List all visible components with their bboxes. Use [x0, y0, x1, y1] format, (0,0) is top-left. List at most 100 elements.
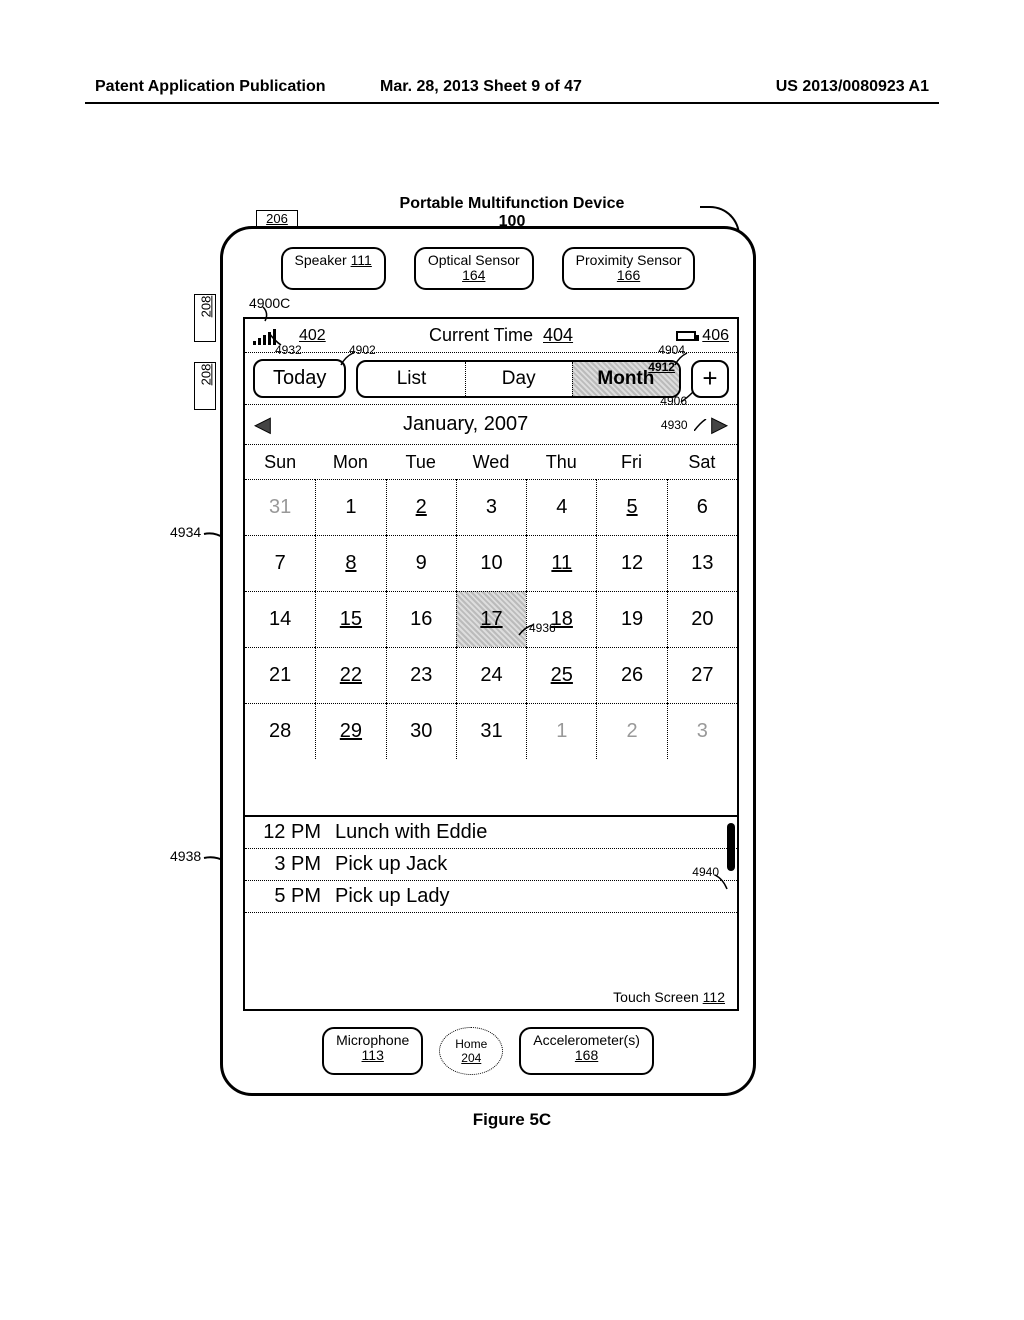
calendar-day-cell[interactable]: 22	[315, 647, 385, 703]
month-header: ◀ 4932 January, 2007 4930 ▶	[245, 405, 737, 445]
prev-month-button[interactable]: ◀	[255, 412, 270, 437]
speaker-ref: 111	[351, 252, 372, 268]
calendar-day-cell[interactable]: 24	[456, 647, 526, 703]
touch-screen[interactable]: 402 Current Time 404 406 Today List Day …	[243, 317, 739, 1011]
current-time-label: Current Time 404	[326, 325, 677, 346]
calendar-day-cell[interactable]: 10	[456, 535, 526, 591]
seg-month-label: Month	[597, 368, 654, 390]
dow-cell: Thu	[526, 452, 596, 473]
calendar-day-cell[interactable]: 3	[667, 703, 737, 759]
hardware-bottom-row: Microphone 113 Home 204 Accelerometer(s)…	[223, 1027, 753, 1075]
current-time-text: Current Time	[429, 325, 533, 345]
signal-icon	[253, 327, 293, 345]
header-center: Mar. 28, 2013 Sheet 9 of 47	[380, 78, 582, 96]
calendar-day-cell[interactable]: 4	[526, 479, 596, 535]
calendar-day-cell[interactable]: 27	[667, 647, 737, 703]
figure-label: Figure 5C	[0, 1110, 1024, 1130]
accel-label: Accelerometer(s)	[533, 1033, 640, 1048]
calendar-day-cell[interactable]: 6	[667, 479, 737, 535]
event-row[interactable]: 12 PMLunch with Eddie	[245, 817, 737, 849]
calendar-day-cell[interactable]: 11	[526, 535, 596, 591]
calendar-day-cell[interactable]: 7	[245, 535, 315, 591]
calendar-day-cell[interactable]: 5	[596, 479, 666, 535]
seg-month[interactable]: 4912 Month	[572, 362, 679, 396]
event-row[interactable]: 5 PMPick up Lady	[245, 881, 737, 913]
today-button[interactable]: Today	[253, 359, 346, 398]
event-title: Lunch with Eddie	[335, 821, 487, 844]
calendar-day-cell[interactable]: 2	[596, 703, 666, 759]
add-event-button[interactable]: +	[691, 360, 729, 398]
calendar-day-cell[interactable]: 26	[596, 647, 666, 703]
ref-4930: 4930	[661, 418, 688, 432]
calendar-grid[interactable]: 3112345678910111213141516171819202122232…	[245, 479, 737, 815]
speaker-pill: Speaker 111	[281, 247, 386, 290]
touchscreen-label: Touch Screen 112	[613, 989, 725, 1005]
ref-4930-lead	[694, 419, 708, 431]
ref-208-1: 208	[194, 296, 217, 318]
calendar-day-cell[interactable]: 31	[245, 479, 315, 535]
calendar-toolbar: Today List Day 4912 Month + 4902 4904 49…	[245, 353, 737, 405]
calendar-day-cell[interactable]: 2	[386, 479, 456, 535]
ref-4904: 4904	[658, 343, 685, 357]
ts-text: Touch Screen	[613, 989, 699, 1005]
calendar-day-cell[interactable]: 31	[456, 703, 526, 759]
optical-label: Optical Sensor	[428, 253, 520, 268]
calendar-day-cell[interactable]: 17	[456, 591, 526, 647]
scrollbar-thumb[interactable]	[727, 823, 735, 871]
seg-day[interactable]: Day	[465, 362, 572, 396]
calendar-day-cell[interactable]: 30	[386, 703, 456, 759]
calendar-day-cell[interactable]: 12	[596, 535, 666, 591]
home-label: Home	[455, 1037, 487, 1051]
calendar-day-cell[interactable]: 19	[596, 591, 666, 647]
calendar-day-cell[interactable]: 1	[315, 479, 385, 535]
dow-cell: Fri	[596, 452, 666, 473]
calendar-day-cell[interactable]: 3	[456, 479, 526, 535]
calendar-day-cell[interactable]: 14	[245, 591, 315, 647]
event-row[interactable]: 3 PMPick up Jack	[245, 849, 737, 881]
calendar-day-cell[interactable]: 8	[315, 535, 385, 591]
ref-406: 406	[702, 327, 729, 345]
next-month-button[interactable]: 4930 ▶	[661, 412, 727, 437]
proximity-sensor-pill: Proximity Sensor 166	[562, 247, 696, 290]
ref-4932: 4932	[275, 343, 302, 357]
calendar-day-cell[interactable]: 29	[315, 703, 385, 759]
ref-4912: 4912	[648, 360, 675, 374]
ref-402: 402	[299, 327, 326, 345]
calendar-day-cell[interactable]: 15	[315, 591, 385, 647]
dow-cell: Mon	[315, 452, 385, 473]
ref-4902: 4902	[349, 343, 376, 357]
calendar-day-cell[interactable]: 21	[245, 647, 315, 703]
event-title: Pick up Jack	[335, 853, 447, 876]
calendar-day-cell[interactable]: 20	[667, 591, 737, 647]
header-rule	[85, 102, 939, 104]
home-button[interactable]: Home 204	[439, 1027, 503, 1075]
event-title: Pick up Lady	[335, 885, 450, 908]
accel-ref: 168	[575, 1047, 598, 1063]
title-line1: Portable Multifunction Device	[0, 195, 1024, 213]
month-title: January, 2007	[403, 413, 528, 436]
calendar-day-cell[interactable]: 18	[526, 591, 596, 647]
mic-ref: 113	[362, 1047, 384, 1063]
battery-icon	[676, 331, 696, 341]
ref-4934: 4934	[170, 524, 201, 540]
calendar-day-cell[interactable]: 23	[386, 647, 456, 703]
ref-208-2: 208	[194, 364, 217, 386]
calendar-day-cell[interactable]: 1	[526, 703, 596, 759]
event-time: 3 PM	[255, 853, 335, 876]
event-list[interactable]: 12 PMLunch with Eddie3 PMPick up Jack5 P…	[245, 815, 737, 913]
calendar-day-cell[interactable]: 9	[386, 535, 456, 591]
ref-4940: 4940	[692, 865, 719, 879]
chevron-right-icon: ▶	[712, 412, 727, 437]
view-segmented-control[interactable]: List Day 4912 Month	[356, 360, 681, 398]
proximity-ref: 166	[617, 267, 640, 283]
ts-ref: 112	[703, 989, 725, 1005]
mic-label: Microphone	[336, 1033, 409, 1048]
calendar-day-cell[interactable]: 16	[386, 591, 456, 647]
calendar-day-cell[interactable]: 25	[526, 647, 596, 703]
dow-cell: Wed	[456, 452, 526, 473]
calendar-day-cell[interactable]: 28	[245, 703, 315, 759]
battery-group: 406	[676, 327, 729, 345]
ref-404: 404	[543, 325, 573, 345]
seg-list[interactable]: List	[358, 362, 464, 396]
calendar-day-cell[interactable]: 13	[667, 535, 737, 591]
